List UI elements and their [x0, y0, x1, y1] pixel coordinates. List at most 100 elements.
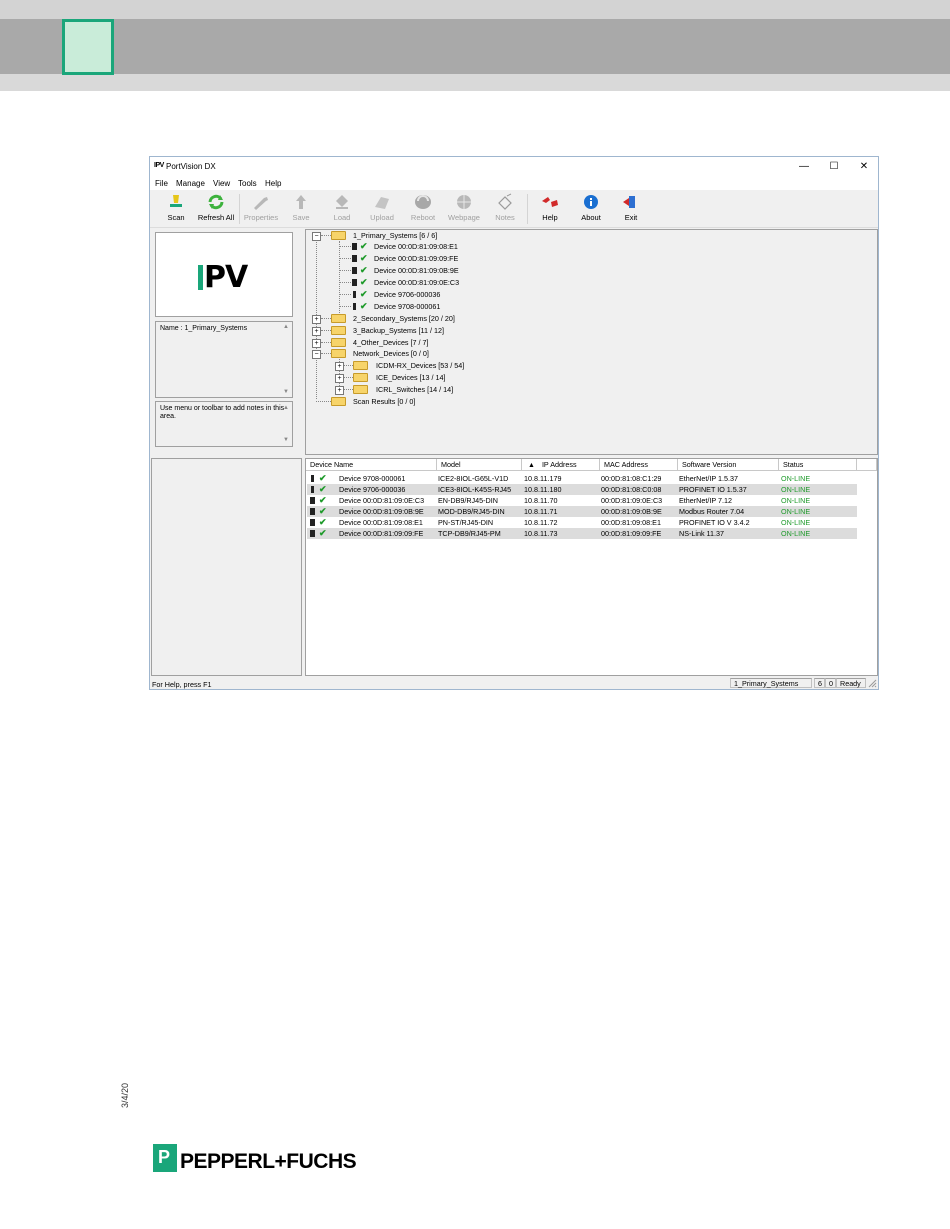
column-header-model[interactable]: Model	[437, 459, 522, 471]
upload-label: Upload	[370, 213, 394, 222]
device-icon	[310, 508, 315, 515]
brand-mark-icon: P	[153, 1144, 177, 1172]
cell-device-name: Device 00:0D:81:09:09:FE	[339, 529, 424, 538]
cell-status: ON-LINE	[781, 507, 811, 516]
resize-grip-icon[interactable]	[868, 679, 877, 688]
toolbar-separator	[527, 194, 528, 224]
expand-icon[interactable]: +	[312, 315, 321, 324]
tree-node-secondary[interactable]: + 2_Secondary_Systems [20 / 20]	[312, 313, 512, 324]
tree-node-icdm[interactable]: + ICDM-RX_Devices [53 / 54]	[335, 360, 535, 371]
expand-icon[interactable]: +	[335, 386, 344, 395]
expand-icon[interactable]: +	[312, 339, 321, 348]
tree-node-network[interactable]: − Network_Devices [0 / 0]	[312, 348, 512, 359]
online-check-icon: ✔	[319, 473, 327, 483]
scan-button[interactable]: Scan	[155, 193, 197, 225]
tree-item[interactable]: ✔ Device 00:0D:81:09:09:FE	[335, 253, 515, 264]
scroll-down-icon[interactable]: ▼	[283, 389, 289, 395]
portvision-window: IPV PortVision DX — ☐ ✕ File Manage View…	[149, 156, 879, 690]
cell-software-version: NS-Link 11.37	[679, 529, 725, 538]
device-icon	[353, 291, 356, 298]
cell-software-version: PROFINET IO V 3.4.2	[679, 518, 750, 527]
collapse-icon[interactable]: −	[312, 232, 321, 241]
notes-panel[interactable]: Use menu or toolbar to add notes in this…	[155, 401, 293, 447]
tree-node-icrl[interactable]: + ICRL_Switches [14 / 14]	[335, 384, 535, 395]
column-header-label: MAC Address	[604, 460, 648, 469]
exit-button[interactable]: Exit	[610, 193, 652, 225]
toolbar: Scan Refresh All Properties Save Load Up…	[150, 190, 878, 228]
tree-node-other[interactable]: + 4_Other_Devices [7 / 7]	[312, 337, 512, 348]
menu-help[interactable]: Help	[265, 179, 281, 188]
column-header-ip-address[interactable]: ▲ IP Address	[522, 459, 600, 471]
tree-item[interactable]: ✔ Device 00:0D:81:09:0E:C3	[335, 277, 515, 288]
menu-view[interactable]: View	[213, 179, 230, 188]
column-header-software-version[interactable]: Software Version	[678, 459, 779, 471]
tree-connector	[344, 365, 353, 366]
tree-connector	[339, 270, 351, 271]
tree-connector	[339, 294, 351, 295]
tree-node-ice[interactable]: + ICE_Devices [13 / 14]	[335, 372, 535, 383]
scan-icon	[170, 195, 182, 207]
notes-label: Notes	[495, 213, 515, 222]
webpage-button[interactable]: Webpage	[443, 193, 485, 225]
refresh-all-button[interactable]: Refresh All	[195, 193, 237, 225]
table-row[interactable]: ✔ Device 00:0D:81:09:09:FE TCP-DB9/RJ45-…	[307, 528, 857, 539]
scroll-up-icon[interactable]: ▲	[283, 404, 289, 412]
expand-icon[interactable]: +	[312, 327, 321, 336]
cell-mac-address: 00:0D:81:08:C1:29	[601, 474, 662, 483]
column-header-mac-address[interactable]: MAC Address	[600, 459, 678, 471]
column-header-label: Status	[783, 460, 804, 469]
table-row[interactable]: ✔ Device 00:0D:81:09:08:E1 PN-ST/RJ45-DI…	[307, 517, 857, 528]
status-count-b: 0	[825, 678, 836, 688]
scroll-up-icon[interactable]: ▲	[283, 324, 289, 330]
cell-status: ON-LINE	[781, 496, 811, 505]
menu-tools[interactable]: Tools	[238, 179, 257, 188]
tree-item[interactable]: ✔ Device 00:0D:81:09:08:E1	[335, 241, 515, 252]
tree-item[interactable]: ✔ Device 9706-000036	[335, 289, 515, 300]
menu-bar: File Manage View Tools Help	[150, 177, 878, 190]
save-button[interactable]: Save	[280, 193, 322, 225]
scroll-down-icon[interactable]: ▼	[283, 436, 289, 444]
title-bar[interactable]: IPV PortVision DX — ☐ ✕	[150, 157, 878, 177]
properties-button[interactable]: Properties	[240, 193, 282, 225]
name-info-panel[interactable]: Name : 1_Primary_Systems ▲ ▼	[155, 321, 293, 398]
tree-node-scan-results[interactable]: Scan Results [0 / 0]	[312, 396, 512, 407]
table-row[interactable]: ✔ Device 9708-000061 ICE2-8IOL-G65L-V1D …	[307, 473, 857, 484]
tree-item[interactable]: ✔ Device 9708-000061	[335, 301, 515, 312]
notes-button[interactable]: Notes	[484, 193, 526, 225]
notes-icon	[498, 193, 512, 210]
minimize-button[interactable]: —	[790, 160, 818, 174]
table-row[interactable]: ✔ Device 9706-000036 ICE3-8IOL-K45S-RJ45…	[307, 484, 857, 495]
online-check-icon: ✔	[360, 289, 368, 299]
tree-node-label: ICE_Devices [13 / 14]	[376, 373, 446, 382]
column-header-status[interactable]: Status	[779, 459, 857, 471]
logo-bar	[198, 265, 203, 290]
load-button[interactable]: Load	[321, 193, 363, 225]
help-button[interactable]: Help	[529, 193, 571, 225]
reboot-button[interactable]: Reboot	[402, 193, 444, 225]
collapse-icon[interactable]: −	[312, 350, 321, 359]
expand-icon[interactable]: +	[335, 374, 344, 383]
tree-node-backup[interactable]: + 3_Backup_Systems [11 / 12]	[312, 325, 512, 336]
maximize-button[interactable]: ☐	[820, 160, 848, 174]
device-table[interactable]: Device Name Model ▲ IP Address MAC Addres…	[305, 458, 878, 676]
menu-manage[interactable]: Manage	[176, 179, 205, 188]
device-tree[interactable]: − 1_Primary_Systems [6 / 6] ✔ Device 00:…	[305, 229, 878, 455]
upload-button[interactable]: Upload	[361, 193, 403, 225]
device-icon	[311, 486, 314, 493]
table-row[interactable]: ✔ Device 00:0D:81:09:0E:C3 EN-DB9/RJ45-D…	[307, 495, 857, 506]
close-button[interactable]: ✕	[850, 160, 878, 174]
expand-icon[interactable]: +	[335, 362, 344, 371]
about-button[interactable]: About	[570, 193, 612, 225]
tree-connector	[321, 342, 331, 343]
column-header-device-name[interactable]: Device Name	[306, 459, 437, 471]
tree-node-primary[interactable]: − 1_Primary_Systems [6 / 6]	[312, 230, 512, 241]
folder-icon	[331, 314, 346, 323]
status-state: Ready	[836, 678, 866, 688]
folder-icon	[331, 397, 346, 406]
menu-file[interactable]: File	[155, 179, 168, 188]
tree-item[interactable]: ✔ Device 00:0D:81:09:0B:9E	[335, 265, 515, 276]
table-row[interactable]: ✔ Device 00:0D:81:09:0B:9E MOD-DB9/RJ45-…	[307, 506, 857, 517]
help-label: Help	[542, 213, 558, 222]
device-icon	[311, 475, 314, 482]
tree-node-label: 2_Secondary_Systems [20 / 20]	[353, 314, 455, 323]
